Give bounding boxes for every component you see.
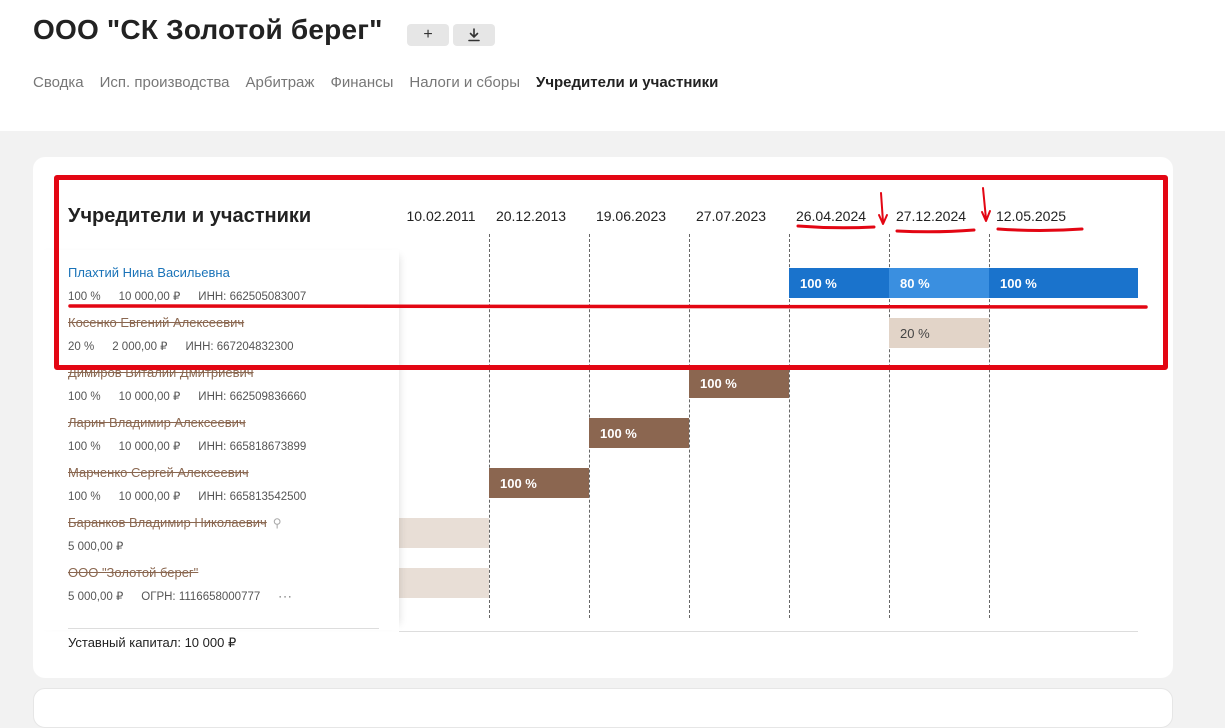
participant-amount: 10 000,00 ₽ bbox=[118, 391, 181, 403]
participant-name-link[interactable]: Димиров Виталий Дмитриевич bbox=[68, 365, 254, 380]
participant-id: ИНН: 665818673899 bbox=[198, 441, 307, 453]
participant-amount: 10 000,00 ₽ bbox=[118, 491, 181, 503]
ownership-bar[interactable]: 100 % bbox=[689, 368, 789, 398]
ownership-bar[interactable]: 100 % bbox=[589, 418, 689, 448]
participant-id: ИНН: 667204832300 bbox=[185, 341, 294, 353]
download-icon bbox=[468, 28, 480, 42]
participant-amount: 5 000,00 ₽ bbox=[68, 541, 124, 553]
participant-meta: 20 % 2 000,00 ₽ ИНН: 667204832300 bbox=[68, 339, 312, 353]
participant-amount: 2 000,00 ₽ bbox=[112, 341, 168, 353]
section-title: Учредители и участники bbox=[68, 205, 312, 227]
participant-share: 100 % bbox=[68, 391, 101, 403]
tab-4[interactable]: Налоги и сборы bbox=[409, 74, 520, 91]
ownership-bar[interactable]: 100 % bbox=[489, 468, 589, 498]
timeline-date: 10.02.2011 bbox=[406, 208, 476, 224]
timeline-date: 20.12.2013 bbox=[495, 208, 567, 224]
tab-0[interactable]: Сводка bbox=[33, 74, 84, 91]
ownership-bar[interactable]: 100 % bbox=[789, 268, 889, 298]
ownership-bar[interactable] bbox=[399, 518, 489, 548]
participant-item: Марченко Сергей Алексеевич 100 % 10 000,00… bbox=[68, 464, 324, 503]
ownership-bar[interactable] bbox=[399, 568, 489, 598]
section-tabs: Сводка Исп. производства Арбитраж Финансы На… bbox=[33, 74, 718, 91]
plus-icon: + bbox=[423, 26, 433, 43]
download-button[interactable] bbox=[453, 24, 495, 46]
participant-amount: 5 000,00 ₽ bbox=[68, 591, 124, 603]
participant-name-link[interactable]: Косенко Евгений Алексеевич bbox=[68, 315, 244, 330]
participant-amount: 10 000,00 ₽ bbox=[118, 291, 181, 303]
timeline-date: 19.06.2023 bbox=[595, 208, 667, 224]
participant-item: Димиров Виталий Дмитриевич 100 % 10 000,00… bbox=[68, 364, 324, 403]
participant-id: ОГРН: 1116658000777 bbox=[141, 591, 261, 603]
top-bar: ООО "СК Золотой берег" + Сводка Исп. прои… bbox=[0, 0, 1225, 131]
capital-divider bbox=[68, 628, 379, 629]
timeline-date: 12.05.2025 bbox=[995, 208, 1067, 224]
authorized-capital: Уставный капитал: 10 000 ₽ bbox=[68, 635, 237, 650]
participant-id: ИНН: 662505083007 bbox=[198, 291, 307, 303]
participant-name-link[interactable]: Плахтий Нина Васильевна bbox=[68, 265, 230, 280]
participant-item: ООО "Золотой берег" 5 000,00 ₽ ОГРН: 11166… bbox=[68, 564, 311, 603]
participant-meta: 5 000,00 ₽ bbox=[68, 539, 282, 553]
participant-name-link[interactable]: Марченко Сергей Алексеевич bbox=[68, 465, 249, 480]
participant-item: Баранков Владимир Николаевич ⚲ 5 000,00 ₽ bbox=[68, 514, 282, 553]
more-options-button[interactable]: ··· bbox=[278, 591, 293, 603]
participant-meta: 100 % 10 000,00 ₽ ИНН: 665818673899 bbox=[68, 439, 324, 453]
tab-3[interactable]: Финансы bbox=[330, 74, 393, 91]
participant-meta: 100 % 10 000,00 ₽ ИНН: 662505083007 bbox=[68, 289, 324, 303]
tab-2[interactable]: Арбитраж bbox=[246, 74, 315, 91]
timeline-date: 27.07.2023 bbox=[695, 208, 767, 224]
participant-meta: 5 000,00 ₽ ОГРН: 1116658000777 ··· bbox=[68, 589, 311, 603]
next-card bbox=[33, 688, 1173, 728]
participant-meta: 100 % 10 000,00 ₽ ИНН: 665813542500 bbox=[68, 489, 324, 503]
timeline-gridline bbox=[489, 234, 490, 618]
participant-name-link[interactable]: Ларин Владимир Алексеевич bbox=[68, 415, 246, 430]
participant-meta: 100 % 10 000,00 ₽ ИНН: 662509836660 bbox=[68, 389, 324, 403]
add-button[interactable]: + bbox=[407, 24, 449, 46]
participant-amount: 10 000,00 ₽ bbox=[118, 441, 181, 453]
participant-item: Плахтий Нина Васильевна 100 % 10 000,00 ₽ И… bbox=[68, 264, 324, 303]
participant-share: 100 % bbox=[68, 441, 101, 453]
participant-name-link[interactable]: ООО "Золотой берег" bbox=[68, 565, 198, 580]
participant-name-link[interactable]: Баранков Владимир Николаевич bbox=[68, 515, 267, 530]
ownership-bar[interactable]: 100 % bbox=[989, 268, 1138, 298]
participant-id: ИНН: 662509836660 bbox=[198, 391, 307, 403]
participant-item: Ларин Владимир Алексеевич 100 % 10 000,00 … bbox=[68, 414, 324, 453]
company-title: ООО "СК Золотой берег" bbox=[33, 14, 383, 45]
timeline-date: 27.12.2024 bbox=[895, 208, 967, 224]
tab-1[interactable]: Исп. производства bbox=[100, 74, 230, 91]
tab-5[interactable]: Учредители и участники bbox=[536, 74, 718, 91]
participant-item: Косенко Евгений Алексеевич 20 % 2 000,00 ₽… bbox=[68, 314, 312, 353]
participant-share: 100 % bbox=[68, 291, 101, 303]
timeline-baseline bbox=[399, 631, 1138, 632]
timeline-date: 26.04.2024 bbox=[795, 208, 867, 224]
timeline-gridline bbox=[689, 234, 690, 618]
ownership-bar[interactable]: 80 % bbox=[889, 268, 989, 298]
search-icon[interactable]: ⚲ bbox=[273, 516, 282, 530]
participant-share: 20 % bbox=[68, 341, 95, 353]
participant-id: ИНН: 665813542500 bbox=[198, 491, 307, 503]
participant-share: 100 % bbox=[68, 491, 101, 503]
ownership-bar[interactable]: 20 % bbox=[889, 318, 989, 348]
